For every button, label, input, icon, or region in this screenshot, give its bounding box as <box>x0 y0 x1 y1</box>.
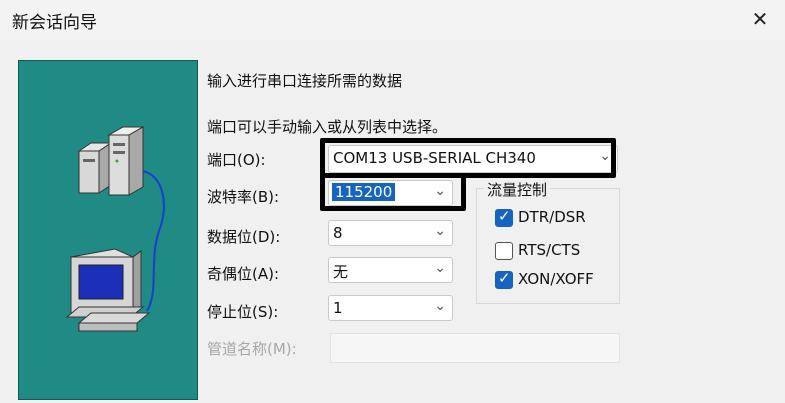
check-icon: ✓ <box>498 207 511 225</box>
computer-icon <box>65 248 151 332</box>
parity-value: 无 <box>333 263 349 281</box>
baud-label: 波特率(B): <box>207 188 280 206</box>
xon-xoff-label[interactable]: XON/XOFF <box>518 270 594 288</box>
chevron-down-icon: ⌄ <box>434 298 446 314</box>
port-highlight-box <box>320 138 616 178</box>
server-computer-icon <box>65 126 165 332</box>
dtr-dsr-checkbox[interactable]: ✓ <box>495 207 513 227</box>
stopbits-label: 停止位(S): <box>207 303 279 321</box>
xon-xoff-checkbox[interactable]: ✓ <box>495 269 513 289</box>
stopbits-value: 1 <box>333 299 343 317</box>
window-title: 新会话向导 <box>12 13 97 33</box>
databits-label: 数据位(D): <box>207 228 281 246</box>
baud-highlight-box <box>320 173 466 211</box>
databits-value: 8 <box>333 224 343 242</box>
pipe-name-label: 管道名称(M): <box>207 340 297 358</box>
intro-description: 端口可以手动输入或从列表中选择。 <box>207 118 448 136</box>
port-label: 端口(O): <box>207 151 266 169</box>
rts-cts-label[interactable]: RTS/CTS <box>518 241 580 259</box>
parity-label: 奇偶位(A): <box>207 265 280 283</box>
title-bar: 新会话向导 ✕ <box>0 0 785 40</box>
chevron-down-icon: ⌄ <box>434 223 446 239</box>
stopbits-select[interactable]: 1 ⌄ <box>328 295 453 321</box>
parity-select[interactable]: 无 ⌄ <box>328 257 453 283</box>
check-icon: ✓ <box>498 269 511 287</box>
rts-cts-checkbox[interactable] <box>495 242 513 260</box>
dtr-dsr-label[interactable]: DTR/DSR <box>518 208 586 226</box>
close-icon[interactable]: ✕ <box>745 6 775 32</box>
server-icon <box>77 126 145 196</box>
serial-connection-illustration <box>18 60 198 400</box>
intro-heading: 输入进行串口连接所需的数据 <box>207 72 403 90</box>
databits-select[interactable]: 8 ⌄ <box>328 220 453 246</box>
flow-control-title: 流量控制 <box>484 179 551 200</box>
chevron-down-icon: ⌄ <box>434 260 446 276</box>
pipe-name-input[interactable] <box>330 333 620 363</box>
